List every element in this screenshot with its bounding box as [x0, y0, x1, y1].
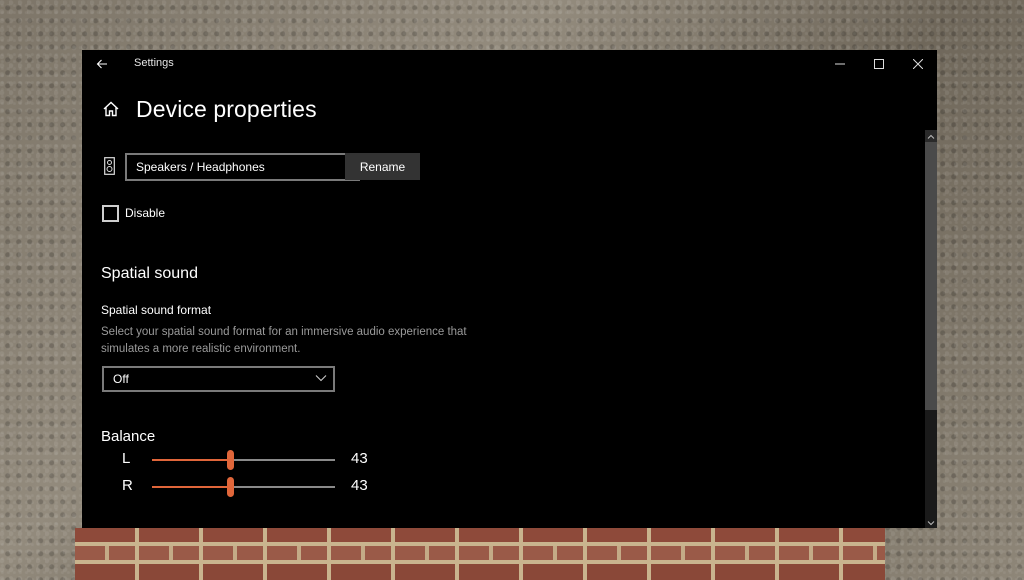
spatial-sound-description: Select your spatial sound format for an …	[101, 326, 467, 355]
scroll-up-button[interactable]	[925, 130, 937, 142]
scroll-down-button[interactable]	[925, 516, 937, 528]
maximize-button[interactable]	[860, 50, 898, 78]
page-title: Device properties	[136, 96, 317, 122]
slider-fill	[152, 486, 231, 488]
app-title: Settings	[134, 57, 174, 69]
right-balance-slider[interactable]	[152, 477, 335, 497]
back-arrow-icon	[96, 59, 107, 69]
spatial-sound-format-label: Spatial sound format	[101, 303, 212, 317]
right-channel-label: R	[122, 477, 133, 494]
right-channel-value: 43	[351, 477, 368, 494]
disable-checkbox[interactable]	[102, 205, 119, 222]
settings-window: Settings Device properties Rename Disabl…	[82, 50, 937, 528]
disable-label: Disable	[125, 206, 166, 220]
chevron-down-icon	[927, 521, 935, 526]
title-bar: Settings	[82, 50, 937, 78]
chevron-down-icon	[315, 375, 327, 382]
minimize-button[interactable]	[821, 50, 859, 78]
dropdown-selected-value: Off	[113, 372, 129, 386]
back-button[interactable]	[90, 52, 114, 76]
home-icon[interactable]	[102, 100, 120, 118]
slider-thumb[interactable]	[226, 450, 234, 470]
left-balance-slider[interactable]	[152, 450, 335, 470]
left-channel-label: L	[122, 450, 131, 467]
minimize-icon	[835, 63, 845, 65]
brick-mortar	[75, 546, 885, 564]
device-name-input[interactable]	[125, 153, 360, 181]
close-icon	[913, 59, 923, 69]
slider-fill	[152, 459, 231, 461]
close-button[interactable]	[899, 50, 937, 78]
left-channel-value: 43	[351, 450, 368, 467]
balance-heading: Balance	[101, 428, 156, 445]
speaker-icon	[104, 157, 115, 175]
slider-thumb[interactable]	[226, 477, 234, 497]
scrollbar-thumb[interactable]	[925, 142, 937, 410]
spatial-sound-format-dropdown[interactable]: Off	[102, 366, 335, 392]
spatial-sound-heading: Spatial sound	[101, 265, 198, 282]
maximize-icon	[874, 59, 884, 69]
vertical-scrollbar[interactable]	[925, 130, 937, 528]
rename-button[interactable]: Rename	[345, 153, 420, 180]
